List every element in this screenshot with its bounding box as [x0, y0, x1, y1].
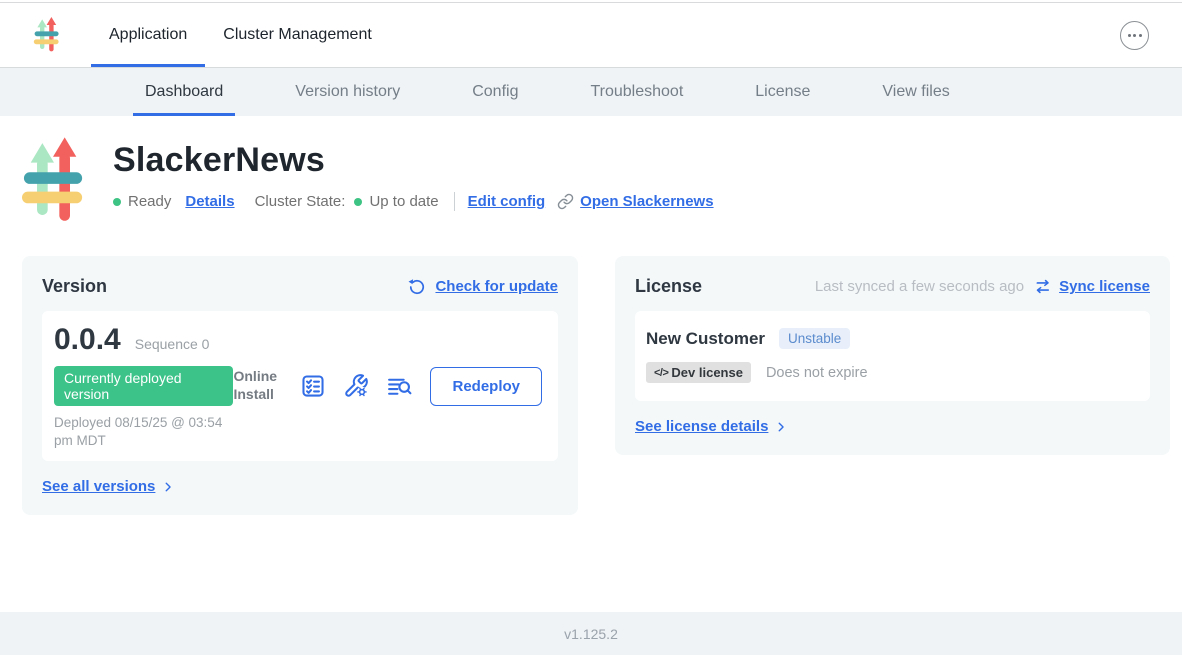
refresh-icon: [408, 278, 426, 296]
app-status-label: Ready: [128, 193, 171, 210]
link-icon: [557, 193, 574, 210]
subtab-troubleshoot-label: Troubleshoot: [590, 83, 683, 101]
cluster-state-dot: [354, 198, 362, 206]
sync-icon: [1033, 277, 1052, 296]
see-all-versions-label: See all versions: [42, 478, 155, 495]
version-card-title: Version: [42, 276, 107, 297]
tab-application-label: Application: [109, 26, 187, 44]
subtab-view-files[interactable]: View files: [870, 68, 961, 116]
app-footer: v1.125.2: [0, 612, 1182, 655]
check-for-update-label: Check for update: [435, 278, 558, 295]
see-license-details-link[interactable]: See license details: [635, 418, 1150, 435]
customer-name: New Customer: [646, 329, 765, 349]
app-subnav: Dashboard Version history Config Trouble…: [0, 67, 1182, 116]
subtab-license[interactable]: License: [743, 68, 822, 116]
app-header: Application Cluster Management: [0, 3, 1182, 67]
see-all-versions-link[interactable]: See all versions: [42, 478, 558, 495]
deployed-badge: Currently deployed version: [54, 366, 233, 406]
app-title-block: SlackerNews Ready Details Cluster State:…: [22, 137, 1170, 225]
main-content: SlackerNews Ready Details Cluster State:…: [0, 116, 1182, 515]
sequence-label: Sequence 0: [135, 336, 210, 352]
redeploy-button[interactable]: Redeploy: [430, 367, 542, 406]
tab-cluster-management-label: Cluster Management: [223, 26, 372, 44]
tab-application[interactable]: Application: [91, 3, 205, 67]
subtab-license-label: License: [755, 83, 810, 101]
open-app-link-label: Open Slackernews: [580, 193, 713, 210]
license-expiry: Does not expire: [766, 365, 868, 381]
preflight-checks-icon[interactable]: [300, 373, 326, 399]
version-card: Version Check for update: [22, 256, 578, 515]
app-status-row: Ready Details Cluster State: Up to date …: [113, 192, 714, 211]
current-version-panel: 0.0.4 Sequence 0 Currently deployed vers…: [42, 311, 558, 461]
license-card-title: License: [635, 276, 702, 297]
open-app-link[interactable]: Open Slackernews: [557, 193, 713, 210]
subtab-troubleshoot[interactable]: Troubleshoot: [578, 68, 695, 116]
app-logo-icon: [33, 17, 61, 53]
status-divider: [454, 192, 455, 211]
cluster-state-label: Cluster State:: [255, 193, 346, 210]
cluster-state-value: Up to date: [369, 193, 438, 210]
page-title: SlackerNews: [113, 141, 714, 180]
app-status-dot: [113, 198, 121, 206]
status-details-link[interactable]: Details: [185, 193, 234, 210]
subtab-config-label: Config: [472, 83, 518, 101]
sync-license-link[interactable]: Sync license: [1033, 277, 1150, 296]
subtab-view-files-label: View files: [882, 83, 949, 101]
version-number: 0.0.4: [54, 323, 121, 357]
license-panel: New Customer Unstable </> Dev license Do…: [635, 311, 1150, 401]
license-type-label: Dev license: [671, 365, 743, 380]
code-icon: </>: [654, 367, 668, 379]
see-license-details-label: See license details: [635, 418, 768, 435]
sync-license-label: Sync license: [1059, 278, 1150, 295]
check-for-update-link[interactable]: Check for update: [408, 278, 558, 296]
config-wrench-icon[interactable]: [343, 373, 369, 399]
app-logo-large-icon: [22, 137, 86, 225]
view-logs-icon[interactable]: [386, 374, 413, 399]
license-type-badge: </> Dev license: [646, 362, 751, 383]
subtab-version-history-label: Version history: [295, 83, 400, 101]
last-synced-label: Last synced a few seconds ago: [815, 278, 1024, 295]
channel-badge: Unstable: [779, 328, 850, 349]
subtab-dashboard-label: Dashboard: [145, 83, 223, 101]
deployed-timestamp: Deployed 08/15/25 @ 03:54 pm MDT: [54, 414, 233, 449]
chevron-right-icon: [161, 480, 175, 494]
dashboard-cards: Version Check for update: [22, 256, 1170, 515]
edit-config-link[interactable]: Edit config: [468, 193, 546, 210]
install-type-label: Online Install: [233, 368, 283, 404]
admin-console: Application Cluster Management Dashboard…: [0, 0, 1182, 655]
subtab-version-history[interactable]: Version history: [283, 68, 412, 116]
console-version-label: v1.125.2: [564, 626, 618, 642]
tab-cluster-management[interactable]: Cluster Management: [205, 3, 390, 67]
overflow-menu-icon[interactable]: [1120, 21, 1149, 50]
license-card: License Last synced a few seconds ago Sy…: [615, 256, 1170, 455]
header-spacer: [390, 3, 1120, 67]
subtab-config[interactable]: Config: [460, 68, 530, 116]
subtab-dashboard[interactable]: Dashboard: [133, 68, 235, 116]
chevron-right-icon: [774, 420, 788, 434]
